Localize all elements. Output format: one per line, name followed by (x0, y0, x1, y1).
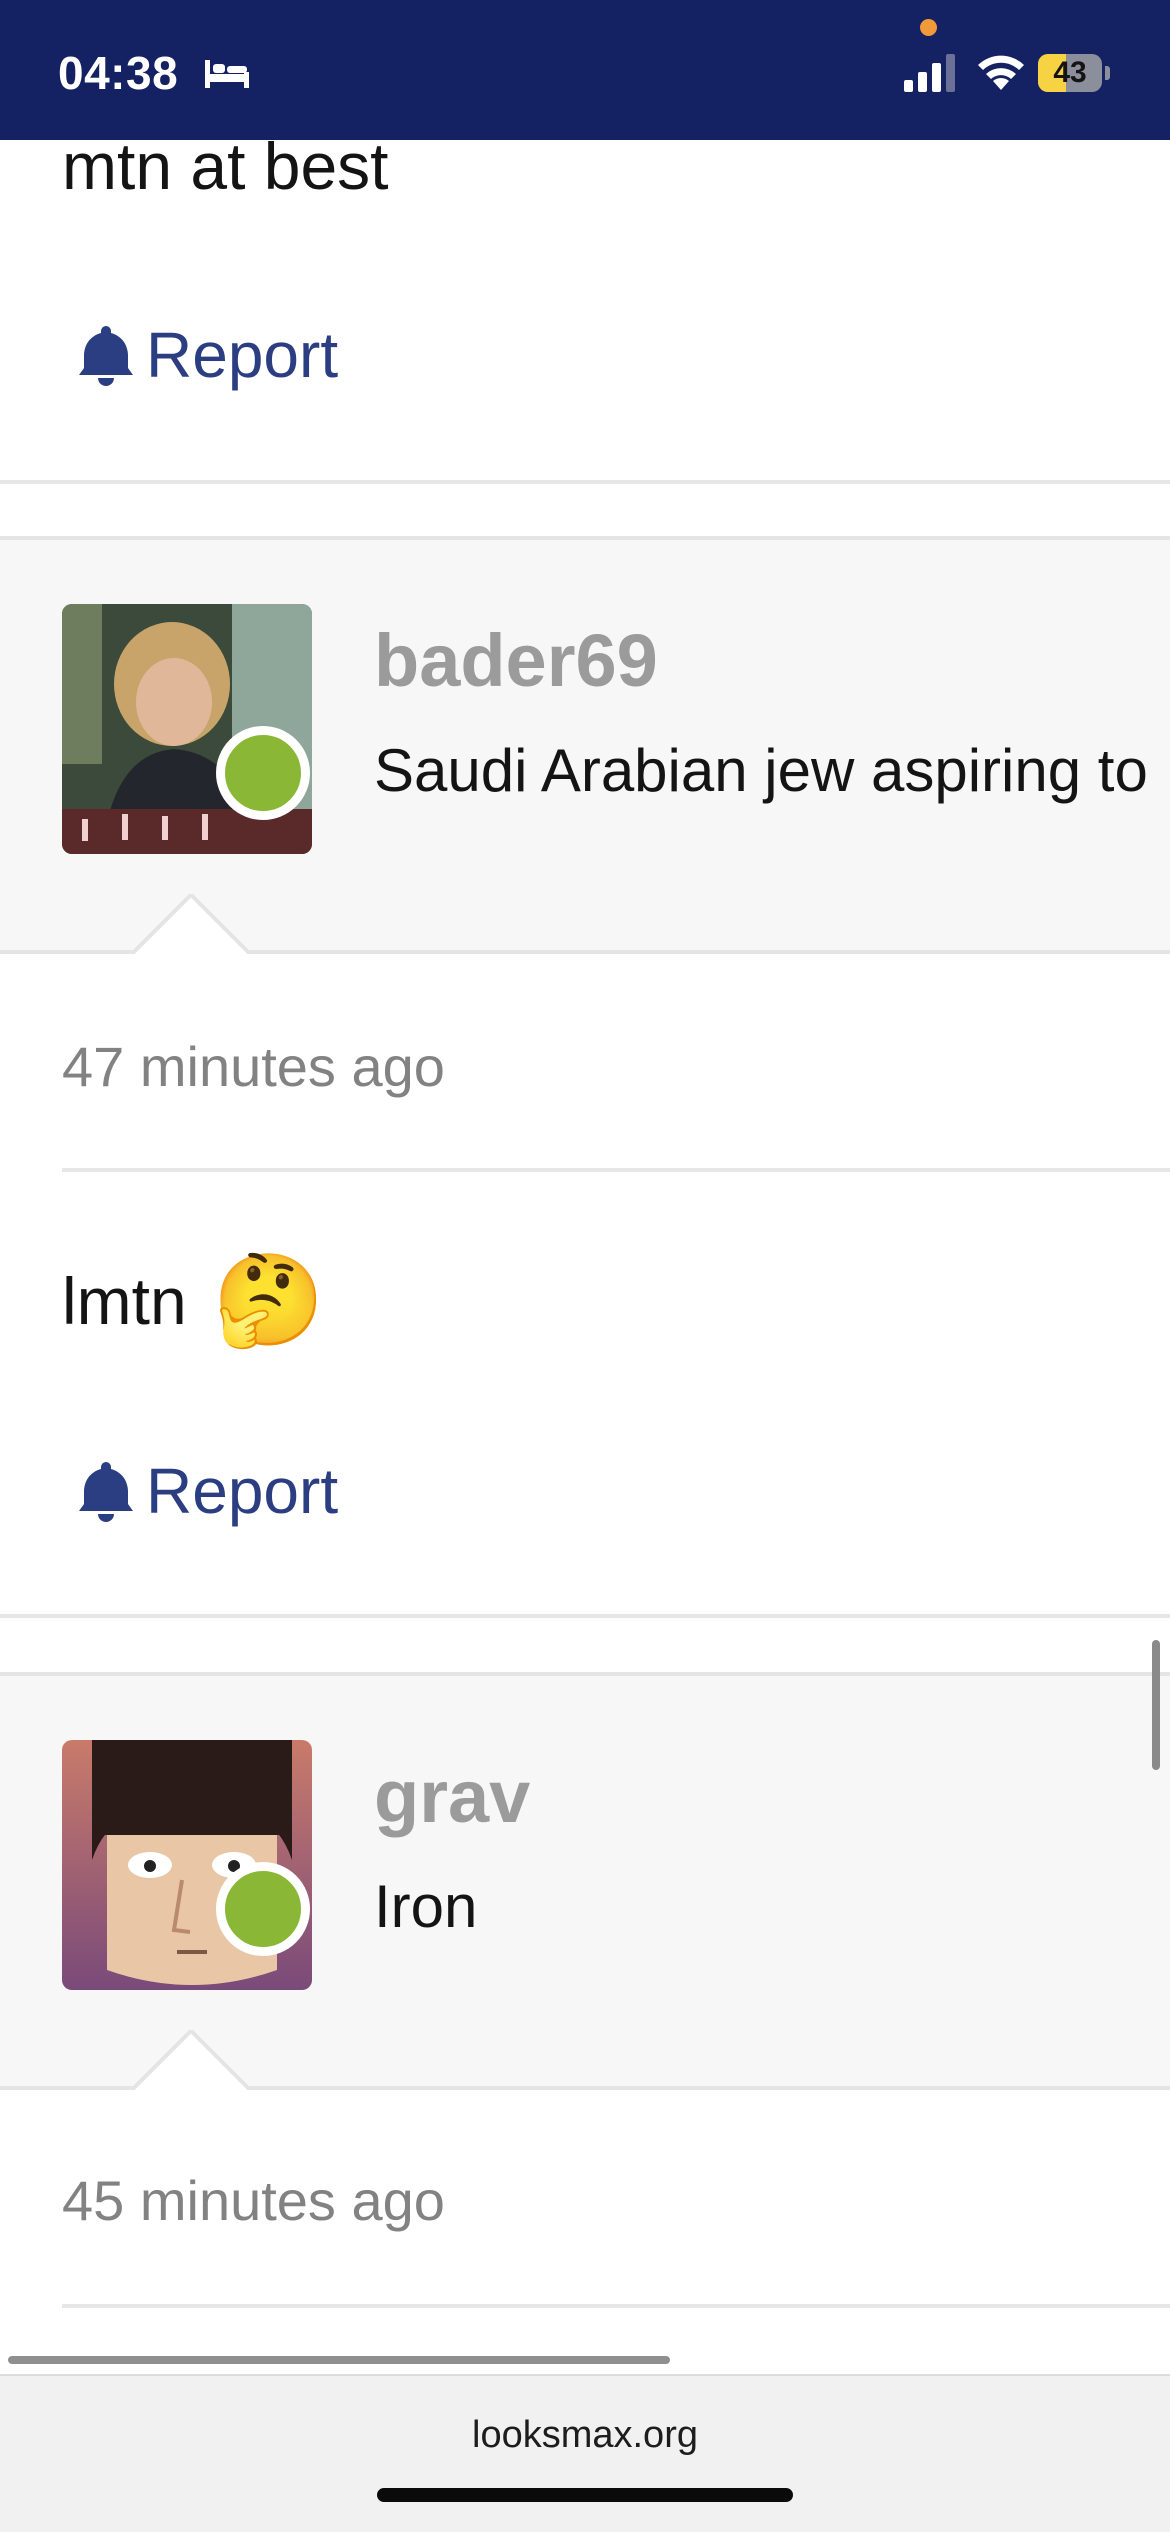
status-time: 04:38 (58, 47, 179, 99)
post-timestamp[interactable]: 47 minutes ago (62, 1034, 445, 1099)
timestamp-divider (62, 1168, 1170, 1172)
report-label: Report (146, 319, 339, 391)
user-title: Saudi Arabian jew aspiring to (374, 737, 1148, 804)
post-author-block: bader69 Saudi Arabian jew aspiring to (0, 536, 1170, 954)
horizontal-scrollbar[interactable] (8, 2356, 670, 2364)
sleep-bed-icon (205, 60, 249, 88)
status-bar: 04:38 43 (0, 0, 1170, 140)
home-indicator[interactable] (377, 2488, 793, 2502)
browser-address-bar[interactable]: looksmax.org (0, 2374, 1170, 2532)
post-author-block: grav Iron (0, 1672, 1170, 2090)
timestamp-divider (62, 2304, 1170, 2308)
cellular-signal-icon (904, 54, 955, 92)
post-divider (0, 1614, 1170, 1618)
bell-icon (79, 1462, 133, 1522)
online-status-indicator (216, 1862, 310, 1956)
url-text[interactable]: looksmax.org (0, 2414, 1170, 2457)
post-pointer-arrow (128, 894, 248, 954)
online-status-indicator (216, 726, 310, 820)
bell-icon (79, 326, 133, 386)
report-button[interactable]: Report (78, 1454, 338, 1528)
battery-level: 43 (1053, 56, 1087, 89)
privacy-indicator-dot (920, 19, 937, 36)
post-pointer-arrow (128, 2030, 248, 2090)
report-button[interactable]: Report (78, 318, 338, 392)
post-body: lmtn 🤔 (62, 1256, 325, 1346)
username[interactable]: grav (374, 1754, 530, 1839)
report-label: Report (146, 1455, 339, 1527)
post-body: mtn at best (62, 129, 389, 203)
wifi-icon (978, 55, 1024, 90)
post-divider (0, 480, 1170, 484)
post-body-text: lmtn (62, 1264, 187, 1338)
user-title: Iron (374, 1873, 478, 1940)
post-timestamp[interactable]: 45 minutes ago (62, 2168, 445, 2233)
battery-icon: 43 (1038, 54, 1112, 92)
username[interactable]: bader69 (374, 618, 658, 703)
thinking-face-emoji: 🤔 (212, 1251, 325, 1351)
vertical-scrollbar[interactable] (1152, 1640, 1160, 1770)
